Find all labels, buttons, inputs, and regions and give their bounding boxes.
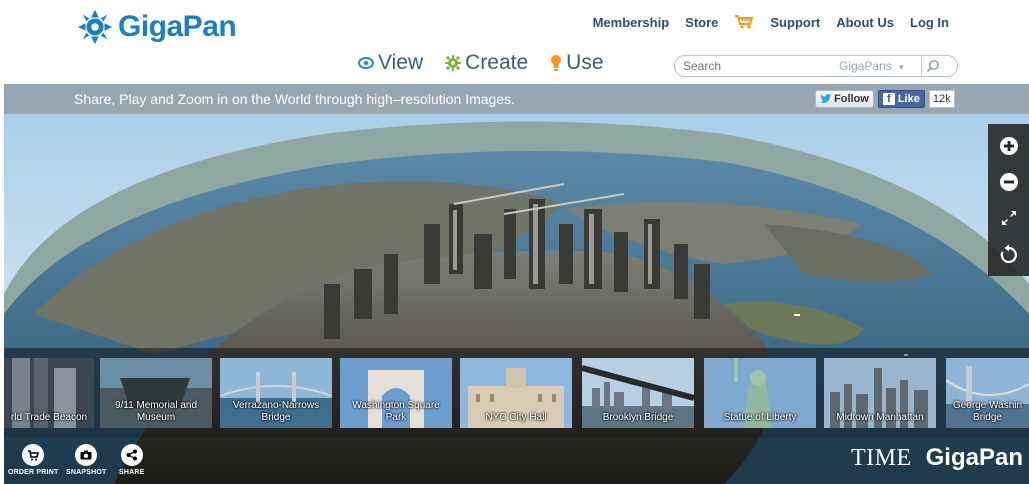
- thumbnail-brooklyn-bridge[interactable]: Brooklyn Bridge: [582, 358, 694, 428]
- gigapan-logo[interactable]: GigaPan: [76, 8, 237, 46]
- twitter-follow-button[interactable]: Follow: [815, 90, 874, 108]
- share-icon: [120, 444, 143, 466]
- fullscreen-button[interactable]: [996, 205, 1022, 231]
- nav-link-store[interactable]: Store: [685, 15, 718, 30]
- nav-view[interactable]: View: [358, 51, 423, 75]
- zoom-controls: [988, 124, 1029, 276]
- site-header: GigaPan Membership Store Support About U…: [0, 0, 1029, 83]
- facebook-like-button[interactable]: f Like: [877, 90, 925, 108]
- nav-use[interactable]: Use: [550, 51, 604, 75]
- thumbnail-caption: Midtown Manhattan: [836, 412, 924, 423]
- nav-link-support[interactable]: Support: [770, 15, 820, 30]
- search-scope-select[interactable]: GigaPans ▾: [839, 59, 921, 73]
- zoom-out-button[interactable]: [996, 169, 1022, 195]
- order-print-label: ORDER PRINT: [8, 469, 59, 476]
- nav-use-label: Use: [566, 51, 604, 74]
- thumbnail-world-trade-beacon[interactable]: rld Trade Beacon: [4, 358, 94, 428]
- like-label: Like: [897, 93, 920, 105]
- gear-icon: [445, 55, 462, 71]
- tagline-text: Share, Play and Zoom in on the World thr…: [74, 91, 515, 107]
- social-buttons: Follow f Like 12k: [815, 90, 955, 108]
- reset-icon: [1000, 244, 1017, 264]
- thumbnail-washington-square[interactable]: Washington Square Park: [340, 358, 452, 428]
- search-button[interactable]: [922, 56, 944, 76]
- logo-text: GigaPan: [118, 10, 237, 43]
- nav-create-label: Create: [465, 51, 529, 74]
- nav-link-about-us[interactable]: About Us: [836, 15, 894, 30]
- thumbnail-midtown-manhattan[interactable]: Midtown Manhattan: [824, 358, 936, 428]
- thumbnail-caption: NYC City Hall: [485, 412, 547, 423]
- search-icon: [926, 60, 939, 73]
- main-navigation: View Create Use: [358, 51, 626, 75]
- zoom-out-icon: [999, 173, 1018, 191]
- search-bar: GigaPans ▾: [674, 55, 958, 77]
- follow-label: Follow: [834, 93, 869, 105]
- zoom-in-button[interactable]: [996, 133, 1022, 159]
- share-label: SHARE: [119, 469, 145, 476]
- gigapan-logo-icon: [77, 9, 113, 45]
- snapshot-label: SNAPSHOT: [66, 469, 107, 476]
- nav-create[interactable]: Create: [445, 51, 528, 75]
- thumbnail-statue-of-liberty[interactable]: Statue of Liberty: [704, 358, 816, 428]
- fullscreen-icon: [1001, 211, 1016, 225]
- search-scope-label: GigaPans: [839, 59, 892, 73]
- search-input[interactable]: [675, 59, 825, 73]
- thumbnail-caption: Washington Square Park: [352, 400, 440, 423]
- camera-icon: [75, 444, 98, 466]
- snapshot-button[interactable]: SNAPSHOT: [66, 444, 107, 476]
- cart-icon[interactable]: [734, 14, 754, 30]
- reset-view-button[interactable]: [996, 241, 1022, 267]
- twitter-bird-icon: [820, 94, 832, 103]
- nav-link-membership[interactable]: Membership: [593, 15, 670, 30]
- panorama-viewer[interactable]: rld Trade Beacon 9/11 Memorial and Museu…: [4, 114, 1029, 484]
- share-button[interactable]: SHARE: [119, 444, 145, 476]
- nav-view-label: View: [378, 51, 424, 74]
- thumbnail-strip: rld Trade Beacon 9/11 Memorial and Museu…: [4, 348, 1029, 438]
- tagline-bar: Share, Play and Zoom in on the World thr…: [4, 84, 1029, 114]
- thumbnail-george-washington-bridge[interactable]: George Washin Bridge: [946, 358, 1029, 428]
- cart-icon: [22, 444, 45, 466]
- time-logo: TIME: [850, 445, 912, 471]
- thumbnail-911-memorial[interactable]: 9/11 Memorial and Museum: [100, 358, 212, 428]
- chevron-down-icon: ▾: [899, 62, 904, 72]
- thumbnail-caption: George Washin Bridge: [952, 400, 1023, 423]
- like-count: 12k: [928, 90, 955, 108]
- thumbnail-nyc-city-hall[interactable]: NYC City Hall: [460, 358, 572, 428]
- thumbnail-caption: Statue of Liberty: [723, 412, 797, 423]
- thumbnail-caption: Verrazano-Narrows Bridge: [232, 400, 320, 423]
- viewer-bottom-bar: ORDER PRINT SNAPSHOT SHARE TIME GigaPan: [4, 438, 1029, 484]
- gigapan-wordmark: GigaPan: [925, 444, 1023, 471]
- lightbulb-icon: [551, 55, 562, 71]
- eye-icon: [358, 57, 374, 69]
- thumbnail-verrazano-bridge[interactable]: Verrazano-Narrows Bridge: [220, 358, 332, 428]
- nav-link-log-in[interactable]: Log In: [910, 15, 949, 30]
- zoom-in-icon: [999, 137, 1018, 155]
- thumbnail-caption: Brooklyn Bridge: [602, 412, 674, 423]
- thumbnail-caption: 9/11 Memorial and Museum: [114, 400, 198, 423]
- top-navigation: Membership Store Support About Us Log In: [577, 14, 949, 30]
- time-gigapan-brand: TIME GigaPan: [851, 444, 1023, 472]
- facebook-icon: f: [882, 93, 895, 105]
- thumbnail-caption: rld Trade Beacon: [10, 412, 88, 423]
- order-print-button[interactable]: ORDER PRINT: [8, 444, 58, 476]
